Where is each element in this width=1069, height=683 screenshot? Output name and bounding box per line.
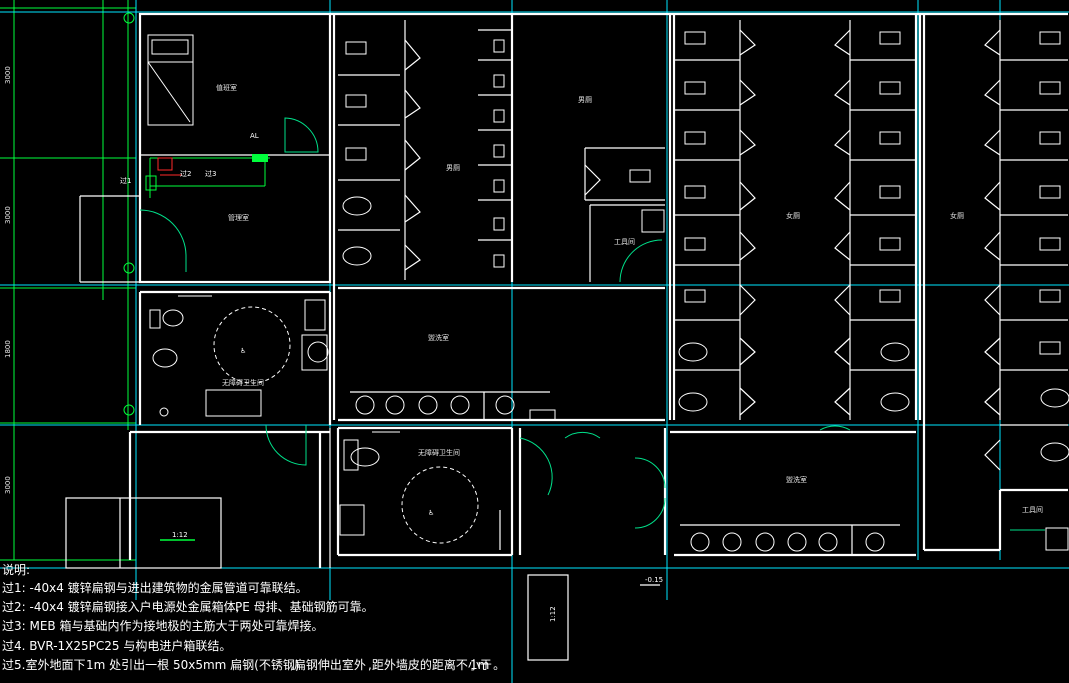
notes-line-3: 过3: MEB 箱与基础内作为接地极的主筋大于两处可靠焊接。 <box>2 618 323 633</box>
notes-line-1: 过1: -40x4 镀锌扁钢与进出建筑物的金属管道可靠联结。 <box>2 580 308 595</box>
female-wc-1: 女厕 <box>674 20 916 420</box>
notes-block: 说明: 过1: -40x4 镀锌扁钢与进出建筑物的金属管道可靠联结。 过2: -… <box>2 562 505 672</box>
building-walls <box>128 12 1068 568</box>
room-tool-1: 工具间 <box>614 238 635 246</box>
notes-line-5a: 过5.室外地面下 <box>2 657 85 672</box>
left-dimensions: 3000 3000 1800 3000 <box>4 66 12 494</box>
wash-room-1: 盥洗室 <box>350 333 556 421</box>
room-tool-2: 工具间 <box>1022 506 1043 514</box>
room-male-wc: 男厕 <box>446 164 460 172</box>
room-female-1: 女厕 <box>786 211 800 220</box>
notes-line-2a: 过2: -40x4 镀锌扁钢接入户电源处金属箱体, <box>2 599 239 614</box>
wash-room-2: 盥洗室 <box>680 425 900 555</box>
ramp-slope-1: 1:12 <box>172 531 188 539</box>
dim-left-2: 3000 <box>4 206 12 224</box>
notes-line-4: 过4. BVR-1X25PC25 与构电进户箱联结。 <box>2 638 231 653</box>
ramp-area: 1:12 1:12 -0.15 <box>65 497 663 661</box>
dim-left-1: 3000 <box>4 66 12 84</box>
label-g3: 过3 <box>205 169 216 178</box>
notes-line-2b: PE 母排、基础钢筋可靠。 <box>235 599 374 614</box>
urinals-block: 男厕 <box>446 29 512 268</box>
notes-line-5b: 1m 处引出一根 50x5mm 扁钢(不锈钢) <box>86 658 300 672</box>
room-accessible-1: 无障碍卫生间 <box>222 378 264 387</box>
room-duty: 管理室 <box>228 213 249 222</box>
floor-plan-drawing: 3000 3000 1800 3000 值班室 管理室 AL 过1 过2 过3 … <box>0 0 1069 683</box>
notes-line-5c: ,扁钢伸出室外 <box>290 657 366 672</box>
room-wash-1: 盥洗室 <box>428 333 449 342</box>
dim-left-3: 1800 <box>4 340 12 358</box>
electrical-lines: AL 过1 过2 过3 <box>120 132 270 198</box>
middle-upper-room: 男厕 工具间 <box>578 96 665 283</box>
label-g1: 过1 <box>120 176 131 185</box>
axis-markers <box>123 12 135 416</box>
notes-line-5e: 1m 。 <box>470 658 505 672</box>
room-bedroom: 值班室 <box>216 83 237 92</box>
ramp-slope-2: 1:12 <box>549 606 557 622</box>
dim-left-4: 3000 <box>4 476 12 494</box>
label-al: AL <box>250 132 259 140</box>
accessible-room-2: ♿ 无障碍卫生间 <box>339 431 666 550</box>
room-lobby: 男厕 <box>578 96 592 104</box>
female-1-left-stalls <box>674 20 756 420</box>
label-g2: 过2 <box>180 169 191 178</box>
room-female-2: 女厕 <box>950 211 964 220</box>
room-accessible-2: 无障碍卫生间 <box>418 448 460 457</box>
notes-title: 说明: <box>2 562 30 577</box>
svg-text:♿: ♿ <box>240 347 246 355</box>
svg-text:♿: ♿ <box>428 509 434 517</box>
elevation-mark: -0.15 <box>645 576 663 584</box>
stalls-block-a <box>338 20 421 280</box>
female-1-right-stalls <box>834 20 916 420</box>
accessible-room-1: ♿ 无障碍卫生间 <box>149 295 329 466</box>
room-wash-2: 盥洗室 <box>786 475 807 484</box>
